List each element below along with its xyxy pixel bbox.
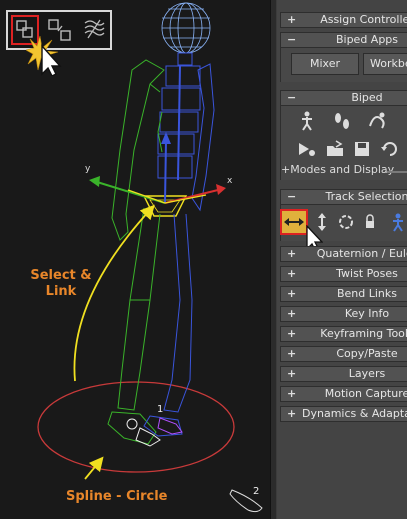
click-burst-cursor [26,35,62,76]
rollout-biped[interactable]: − Biped [280,90,407,106]
rollout-toggle: + [287,247,297,260]
body-horizontal-icon [284,218,304,226]
biped-scene [37,2,263,513]
mixer-mode-button[interactable] [296,138,318,160]
rollout-title: Biped [351,91,383,104]
workbench-button[interactable]: Workbench [363,53,407,75]
rollout-title: Assign Controller [320,13,407,26]
footstep-1-shape[interactable] [126,417,183,447]
rollout-dynamics-adaptation[interactable]: + Dynamics & Adaptation [280,406,407,422]
save-file-icon [355,142,369,156]
bind-to-space-warp-icon [84,19,105,39]
spline-arrow [84,456,104,480]
modes-and-display-toggle[interactable]: +Modes and Display [281,163,394,176]
lock-cob-keying-button[interactable] [359,211,381,233]
rollout-title: Key Info [344,307,390,320]
load-file-button[interactable] [379,138,401,160]
biped-right-leg[interactable] [143,213,193,437]
footstep-1-label: 1 [157,404,164,415]
rollout-toggle: + [287,347,297,360]
biped-left-arm[interactable] [111,59,165,241]
body-rotation-button[interactable] [335,211,357,233]
rollout-toggle: + [287,367,297,380]
rollout-toggle: + [287,407,297,420]
rollout-toggle: − [287,190,297,203]
rollout-title: Twist Poses [336,267,398,280]
symmetrical-button[interactable] [387,211,407,233]
select-link-annotation: Select & Link [30,268,92,299]
footstep-mode-icon [335,113,349,129]
rollout-track-selection[interactable]: − Track Selection [280,189,407,205]
mixer-button[interactable]: Mixer [291,53,359,75]
rollout-toggle: + [287,387,297,400]
load-file-icon [381,142,397,156]
rollout-toggle: + [287,13,297,26]
figure-mode-icon [302,111,312,131]
rollout-quaternion-euler[interactable]: + Quaternion / Euler [280,246,407,262]
biped-head[interactable] [161,2,211,54]
rollout-title: Keyframing Tools [320,327,407,340]
spline-circle-annotation: Spline - Circle [66,489,168,504]
rollout-title: Layers [348,367,386,380]
rollout-twist-poses[interactable]: + Twist Poses [280,266,407,282]
body-horizontal-button[interactable] [280,209,308,235]
rollout-toggle: + [287,287,297,300]
biped-spine[interactable] [157,52,201,181]
rollout-title: Motion Capture [324,387,407,400]
biped-apps-body: Mixer Workbench [280,48,407,82]
modes-divider [387,171,407,173]
motion-flow-button[interactable] [366,110,388,132]
rollout-title: Biped Apps [335,33,399,46]
rollout-title: Bend Links [336,287,398,300]
rollout-title: Quaternion / Euler [316,247,407,260]
motion-command-panel: + Assign Controller − Biped Apps Mixer W… [277,0,407,519]
rollout-toggle: + [287,267,297,280]
rollout-assign-controller[interactable]: + Assign Controller [280,12,407,28]
axis-y-label: y [85,164,91,174]
footstep-mode-button[interactable] [331,110,353,132]
rollout-toggle: − [287,91,297,104]
rollout-key-info[interactable]: + Key Info [280,306,407,322]
rollout-toggle: + [287,327,297,340]
mixer-mode-icon [299,143,315,156]
rollout-biped-apps[interactable]: − Biped Apps [280,32,407,48]
symmetrical-icon [393,213,403,232]
rollout-toggle: − [287,33,297,46]
motion-flow-icon [369,112,385,129]
open-file-button[interactable] [324,138,346,160]
body-rotation-icon [339,215,353,229]
figure-mode-button[interactable] [296,110,318,132]
open-file-icon [327,140,343,156]
viewport-panel-divider[interactable] [270,0,277,519]
rollout-toggle: + [287,307,297,320]
rollout-title: Dynamics & Adaptation [302,407,407,420]
rollout-copy-paste[interactable]: + Copy/Paste [280,346,407,362]
axis-x-label: x [227,176,233,186]
biped-left-leg[interactable] [107,207,161,445]
rollout-title: Copy/Paste [336,347,398,360]
footstep-2-label: 2 [253,486,260,497]
save-file-button[interactable] [351,138,373,160]
lock-cob-keying-icon [366,214,374,228]
bind-to-space-warp-button[interactable] [80,15,108,45]
perspective-viewport[interactable]: y x 1 2 Select & Link Spline - Circle [0,0,270,519]
rollout-keyframing-tools[interactable]: + Keyframing Tools [280,326,407,342]
rollout-title: Track Selection [325,190,407,203]
rollout-layers[interactable]: + Layers [280,366,407,382]
rollout-motion-capture[interactable]: + Motion Capture [280,386,407,402]
rollout-bend-links[interactable]: + Bend Links [280,286,407,302]
